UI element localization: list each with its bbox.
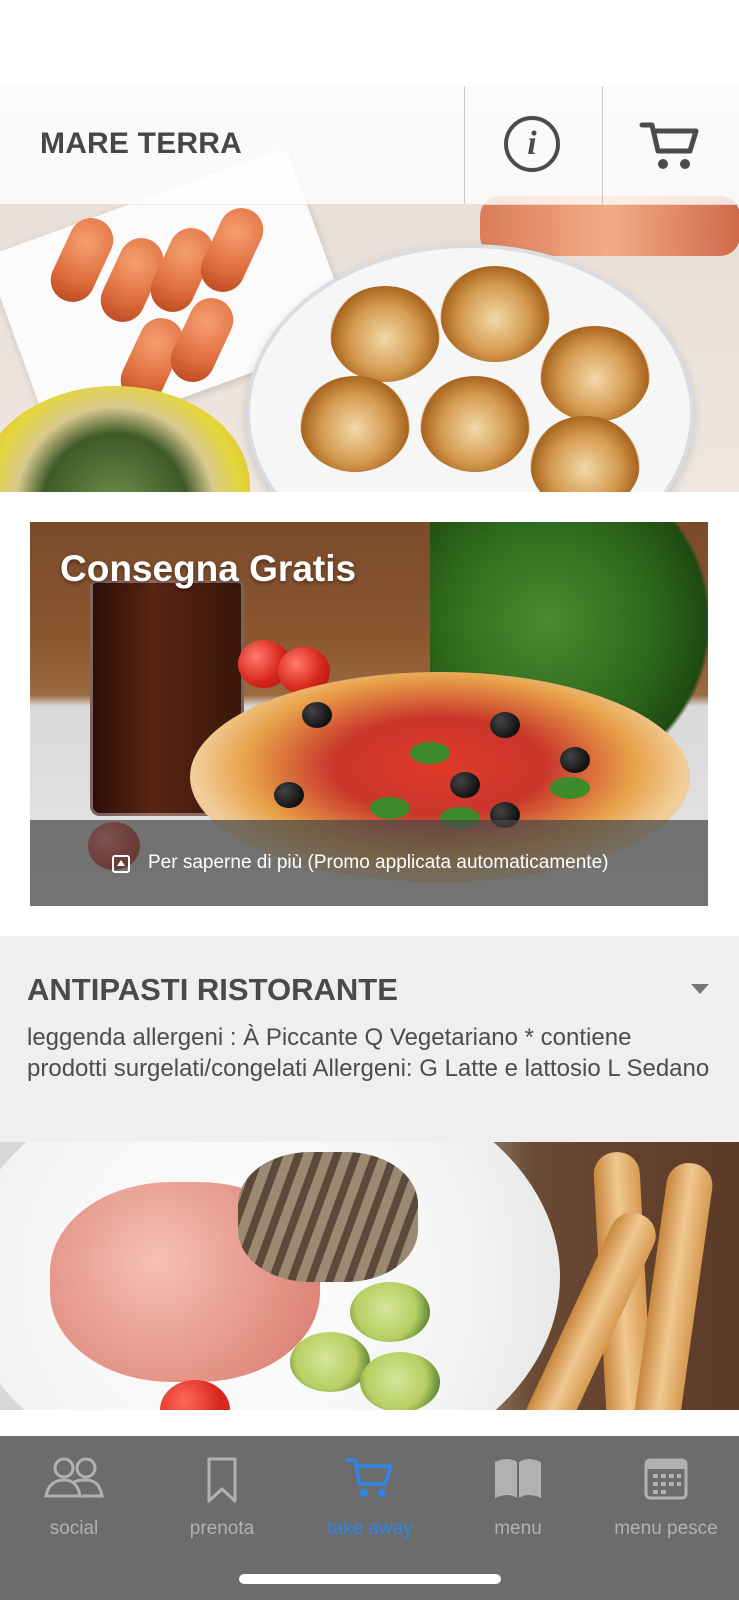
olive <box>450 772 480 798</box>
cart-button[interactable] <box>638 119 702 173</box>
tab-social[interactable]: social <box>0 1436 148 1560</box>
tab-label: social <box>49 1518 99 1539</box>
tab-menu[interactable]: menu <box>444 1436 592 1560</box>
promo-caption: Per saperne di più (Promo applicata auto… <box>148 852 609 873</box>
cart-icon <box>345 1458 393 1497</box>
restaurant-name: MARE TERRA <box>40 127 242 160</box>
promo-caption-bar[interactable]: Per saperne di più (Promo applicata auto… <box>30 820 708 906</box>
promo-banner[interactable]: Consegna Gratis Per saperne di più (Prom… <box>30 522 708 906</box>
grilled-eggplant <box>238 1152 418 1282</box>
tab-menu-pesce[interactable]: menu pesce <box>592 1436 739 1560</box>
expand-icon <box>112 855 130 873</box>
divider <box>602 86 603 204</box>
olive <box>274 782 304 808</box>
crab <box>480 196 739 256</box>
chevron-down-icon[interactable] <box>691 984 709 994</box>
promo-title: Consegna Gratis <box>60 548 357 589</box>
basil-leaf <box>550 777 590 799</box>
olive <box>302 702 332 728</box>
category-description: leggenda allergeni : À Piccante Q Vegeta… <box>27 1024 710 1082</box>
info-button[interactable]: i <box>504 116 560 172</box>
zucchini <box>350 1282 430 1342</box>
scallop <box>440 266 550 362</box>
people-icon <box>44 1457 104 1498</box>
category-header[interactable]: ANTIPASTI RISTORANTE leggenda allergeni … <box>0 936 739 1142</box>
home-indicator[interactable] <box>239 1574 501 1584</box>
tab-label: prenota <box>189 1518 255 1539</box>
basil-leaf <box>410 742 450 764</box>
tab-take-away[interactable]: take away <box>296 1436 444 1560</box>
info-icon: i <box>527 125 537 162</box>
tab-label: menu <box>494 1518 542 1539</box>
olive <box>560 747 590 773</box>
scallop <box>300 376 410 472</box>
book-icon <box>495 1459 541 1498</box>
bookmark-icon <box>207 1457 237 1503</box>
olive <box>490 712 520 738</box>
basil-leaf <box>370 797 410 819</box>
tab-prenota[interactable]: prenota <box>148 1436 296 1560</box>
scallop <box>420 376 530 472</box>
calendar-icon <box>644 1458 688 1500</box>
tab-label: menu pesce <box>614 1518 718 1539</box>
scallop <box>540 326 650 422</box>
top-bar: MARE TERRA i <box>0 86 739 205</box>
zucchini <box>360 1352 440 1410</box>
zucchini <box>290 1332 370 1392</box>
scallop <box>330 286 440 382</box>
category-title: ANTIPASTI RISTORANTE <box>27 972 398 1007</box>
divider <box>464 86 465 204</box>
cart-icon <box>639 122 699 169</box>
tab-label: take away <box>327 1518 413 1539</box>
category-image <box>0 1142 739 1410</box>
